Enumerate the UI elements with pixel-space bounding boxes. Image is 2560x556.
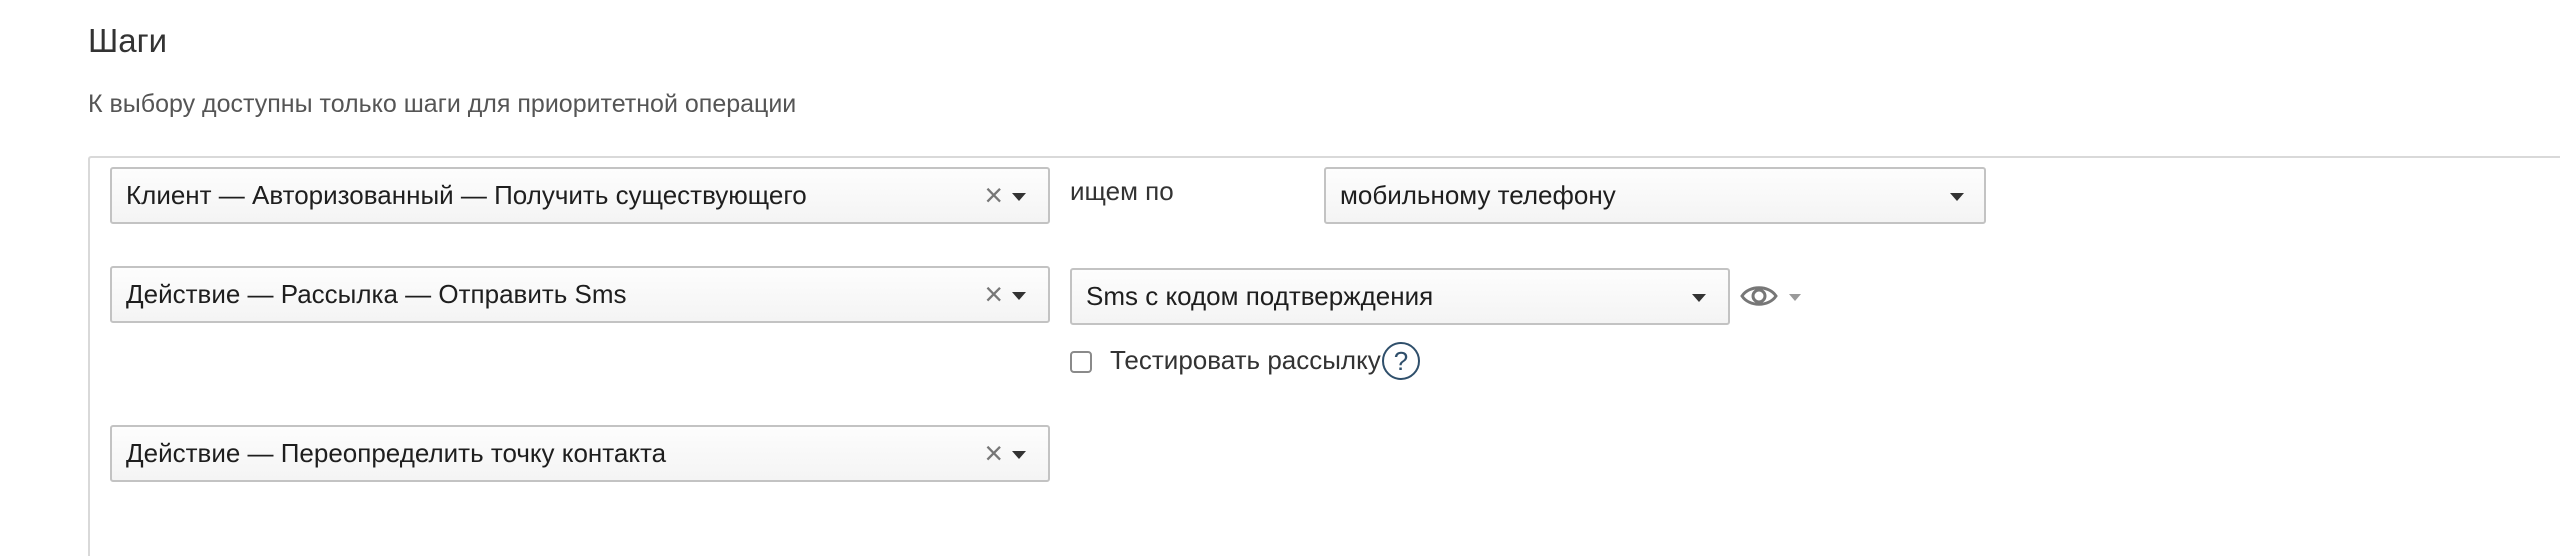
help-icon[interactable]: ?	[1382, 342, 1420, 380]
chevron-down-icon[interactable]	[1950, 193, 1964, 201]
step-3-select-value: Действие — Переопределить точку контакта	[126, 438, 667, 468]
section-subtitle: К выбору доступны только шаги для приори…	[88, 90, 797, 118]
section-title: Шаги	[88, 22, 168, 59]
eye-icon[interactable]	[1740, 282, 1778, 310]
search-by-label: ищем по	[1070, 176, 1174, 206]
chevron-down-icon[interactable]	[1012, 193, 1026, 201]
chevron-down-icon[interactable]	[1012, 292, 1026, 300]
clear-icon[interactable]: ×	[984, 427, 1003, 480]
search-by-select-value: мобильному телефону	[1340, 180, 1616, 210]
mailing-select[interactable]: Sms с кодом подтверждения	[1070, 268, 1730, 325]
step-2-select-value: Действие — Рассылка — Отправить Sms	[126, 279, 627, 309]
test-mailing-checkbox[interactable]	[1070, 351, 1092, 373]
step-2-select[interactable]: Действие — Рассылка — Отправить Sms ×	[110, 266, 1050, 323]
step-3-select[interactable]: Действие — Переопределить точку контакта…	[110, 425, 1050, 482]
step-1-select[interactable]: Клиент — Авторизованный — Получить сущес…	[110, 167, 1050, 224]
chevron-down-icon[interactable]	[1012, 451, 1026, 459]
mailing-select-value: Sms с кодом подтверждения	[1086, 281, 1434, 311]
clear-icon[interactable]: ×	[984, 268, 1003, 321]
search-by-select[interactable]: мобильному телефону	[1324, 167, 1986, 224]
chevron-down-icon[interactable]	[1692, 294, 1706, 302]
clear-icon[interactable]: ×	[984, 169, 1003, 222]
preview-dropdown-chevron-icon[interactable]	[1789, 294, 1801, 301]
test-mailing-label: Тестировать рассылку	[1110, 345, 1381, 375]
step-1-select-value: Клиент — Авторизованный — Получить сущес…	[126, 180, 807, 210]
